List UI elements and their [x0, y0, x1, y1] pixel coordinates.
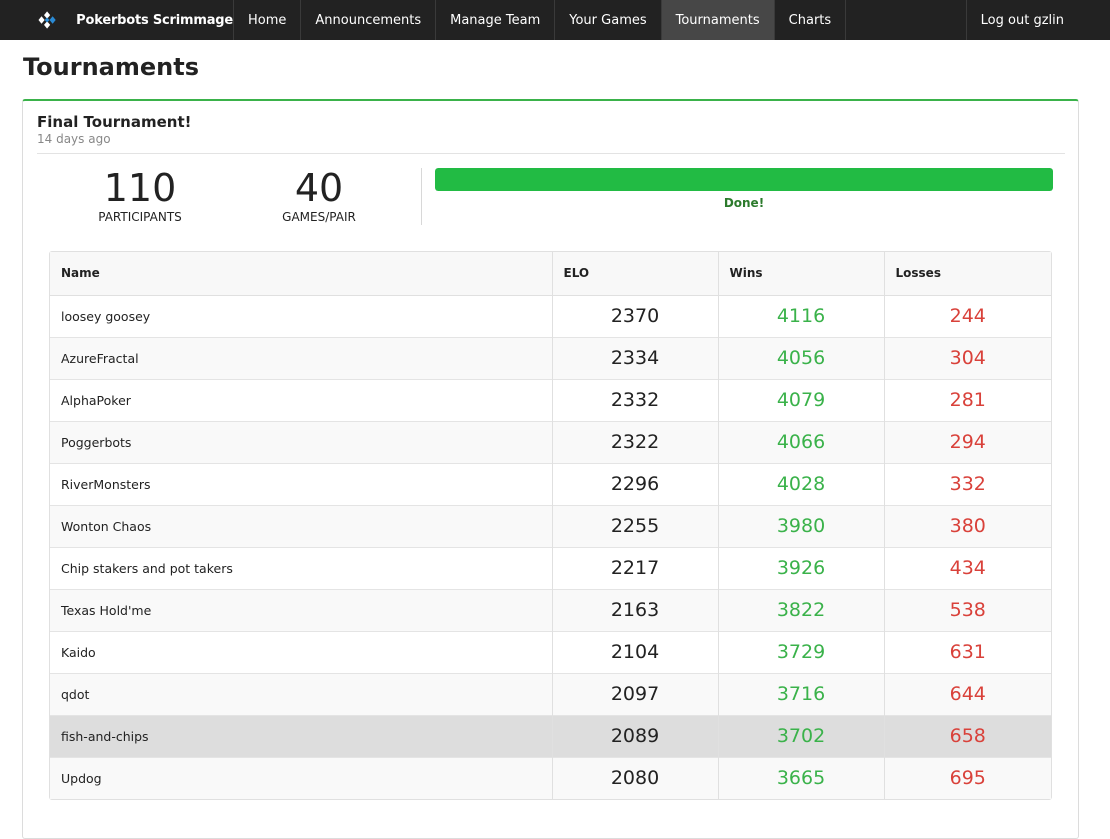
team-name-cell: qdot [50, 672, 552, 715]
wins-cell: 3716 [717, 672, 884, 715]
results-table-wrapper: Name ELO Wins Losses loosey goosey 2370 41… [49, 251, 1052, 800]
losses-cell: 644 [883, 672, 1051, 715]
card-suits-logo-icon [38, 11, 56, 29]
team-name-cell: RiverMonsters [50, 462, 552, 505]
losses-cell: 695 [883, 756, 1051, 799]
losses-cell: 658 [883, 714, 1051, 757]
team-name-cell: Kaido [50, 630, 552, 673]
games-per-pair-label: GAMES/PAIR [282, 210, 356, 224]
table-row[interactable]: Kaido 2104 3729 631 [50, 630, 1051, 673]
results-table: Name ELO Wins Losses loosey goosey 2370 41… [50, 252, 1051, 799]
table-row[interactable]: Poggerbots 2322 4066 294 [50, 420, 1051, 463]
wins-cell: 4066 [717, 420, 884, 463]
participants-count: 110 [103, 166, 177, 210]
games-per-pair-stat: 40 GAMES/PAIR [239, 167, 399, 224]
column-header-elo[interactable]: ELO [551, 252, 718, 296]
brand-link[interactable]: Pokerbots Scrimmage [0, 0, 234, 40]
elo-cell: 2332 [551, 378, 718, 421]
wins-cell: 4116 [717, 294, 884, 337]
table-row[interactable]: qdot 2097 3716 644 [50, 672, 1051, 715]
wins-cell: 3729 [717, 630, 884, 673]
elo-cell: 2089 [551, 714, 718, 757]
table-row[interactable]: fish-and-chips 2089 3702 658 [50, 714, 1051, 757]
losses-cell: 332 [883, 462, 1051, 505]
wins-cell: 4079 [717, 378, 884, 421]
table-row[interactable]: Updog 2080 3665 695 [50, 756, 1051, 799]
elo-cell: 2080 [551, 756, 718, 799]
nav-your-games[interactable]: Your Games [555, 0, 662, 40]
table-row[interactable]: AlphaPoker 2332 4079 281 [50, 378, 1051, 421]
team-name-cell: fish-and-chips [50, 714, 552, 757]
team-name-cell: Chip stakers and pot takers [50, 546, 552, 589]
team-name-cell: loosey goosey [50, 294, 552, 337]
elo-cell: 2370 [551, 294, 718, 337]
elo-cell: 2104 [551, 630, 718, 673]
table-row[interactable]: Chip stakers and pot takers 2217 3926 434 [50, 546, 1051, 589]
elo-cell: 2217 [551, 546, 718, 589]
team-name-cell: Texas Hold'me [50, 588, 552, 631]
table-row[interactable]: Texas Hold'me 2163 3822 538 [50, 588, 1051, 631]
wins-cell: 3822 [717, 588, 884, 631]
losses-cell: 304 [883, 336, 1051, 379]
wins-cell: 4028 [717, 462, 884, 505]
elo-cell: 2296 [551, 462, 718, 505]
table-row[interactable]: Wonton Chaos 2255 3980 380 [50, 504, 1051, 547]
tournament-age: 14 days ago [37, 132, 111, 146]
wins-cell: 3980 [717, 504, 884, 547]
elo-cell: 2334 [551, 336, 718, 379]
logout-link[interactable]: Log out gzlin [965, 0, 1110, 40]
column-header-losses[interactable]: Losses [883, 252, 1051, 296]
nav-home[interactable]: Home [234, 0, 302, 40]
tournament-panel: Final Tournament! 14 days ago 110 PARTIC… [22, 99, 1079, 839]
table-row[interactable]: loosey goosey 2370 4116 244 [50, 294, 1051, 337]
column-header-name[interactable]: Name [50, 252, 552, 296]
losses-cell: 538 [883, 588, 1051, 631]
elo-cell: 2255 [551, 504, 718, 547]
table-header-row: Name ELO Wins Losses [50, 252, 1051, 296]
top-navbar: Pokerbots Scrimmage Home Announcements M… [0, 0, 1110, 40]
elo-cell: 2322 [551, 420, 718, 463]
team-name-cell: AlphaPoker [50, 378, 552, 421]
team-name-cell: AzureFractal [50, 336, 552, 379]
losses-cell: 294 [883, 420, 1051, 463]
team-name-cell: Wonton Chaos [50, 504, 552, 547]
divider [37, 153, 1065, 154]
wins-cell: 4056 [717, 336, 884, 379]
column-header-wins[interactable]: Wins [717, 252, 884, 296]
games-per-pair-count: 40 [294, 166, 344, 210]
nav-announcements[interactable]: Announcements [301, 0, 437, 40]
stats-divider [421, 168, 422, 225]
nav-charts[interactable]: Charts [775, 0, 847, 40]
wins-cell: 3702 [717, 714, 884, 757]
team-name-cell: Updog [50, 756, 552, 799]
table-body: loosey goosey 2370 4116 244 AzureFractal 2334… [50, 294, 1051, 799]
table-row[interactable]: RiverMonsters 2296 4028 332 [50, 462, 1051, 505]
brand-name: Pokerbots Scrimmage [76, 12, 233, 28]
wins-cell: 3926 [717, 546, 884, 589]
elo-cell: 2163 [551, 588, 718, 631]
progress-fill [435, 168, 1053, 191]
participants-stat: 110 PARTICIPANTS [60, 167, 220, 224]
nav-tournaments[interactable]: Tournaments [661, 0, 775, 40]
nav-manage-team[interactable]: Manage Team [436, 0, 556, 40]
team-name-cell: Poggerbots [50, 420, 552, 463]
participants-label: PARTICIPANTS [98, 210, 182, 224]
losses-cell: 434 [883, 546, 1051, 589]
page-title: Tournaments [23, 53, 200, 81]
progress-status: Done! [723, 196, 765, 210]
table-row[interactable]: AzureFractal 2334 4056 304 [50, 336, 1051, 379]
losses-cell: 281 [883, 378, 1051, 421]
losses-cell: 380 [883, 504, 1051, 547]
tournament-name: Final Tournament! [37, 113, 192, 131]
losses-cell: 244 [883, 294, 1051, 337]
progress-bar [435, 168, 1053, 191]
wins-cell: 3665 [717, 756, 884, 799]
elo-cell: 2097 [551, 672, 718, 715]
losses-cell: 631 [883, 630, 1051, 673]
